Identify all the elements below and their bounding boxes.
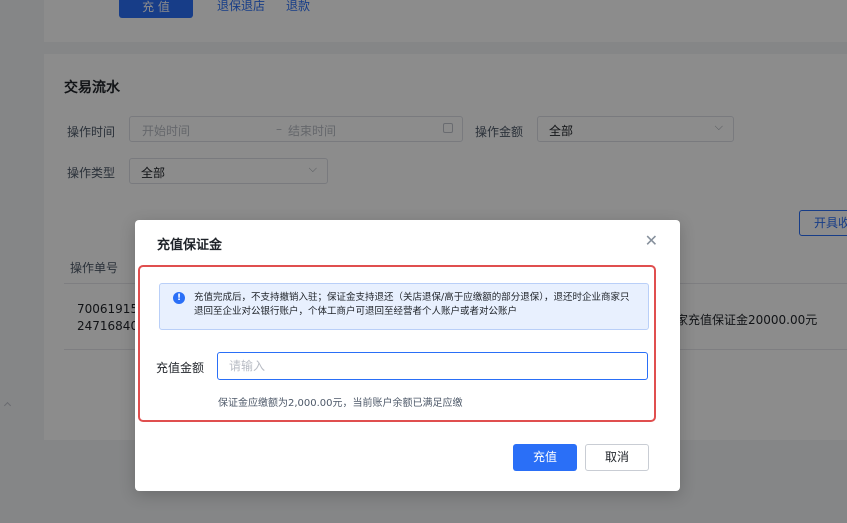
- recharge-deposit-modal: 充值保证金 ✕ ! 充值完成后，不支持撤销入驻；保证金支持退还（关店退保/高于应…: [135, 220, 680, 491]
- amount-label: 充值金额: [156, 361, 205, 375]
- info-alert: ! 充值完成后，不支持撤销入驻；保证金支持退还（关店退保/高于应缴额的部分退保）…: [159, 283, 649, 330]
- amount-input[interactable]: [218, 353, 647, 379]
- confirm-recharge-button[interactable]: 充值: [513, 444, 577, 471]
- alert-text: 充值完成后，不支持撤销入驻；保证金支持退还（关店退保/高于应缴额的部分退保），退…: [194, 292, 630, 317]
- close-icon[interactable]: ✕: [645, 231, 658, 250]
- info-icon: !: [173, 292, 185, 304]
- modal-title: 充值保证金: [157, 238, 223, 253]
- cancel-button[interactable]: 取消: [585, 444, 649, 471]
- amount-input-wrapper[interactable]: [217, 352, 648, 380]
- amount-hint: 保证金应缴额为2,000.00元，当前账户余额已满足应缴: [218, 398, 463, 409]
